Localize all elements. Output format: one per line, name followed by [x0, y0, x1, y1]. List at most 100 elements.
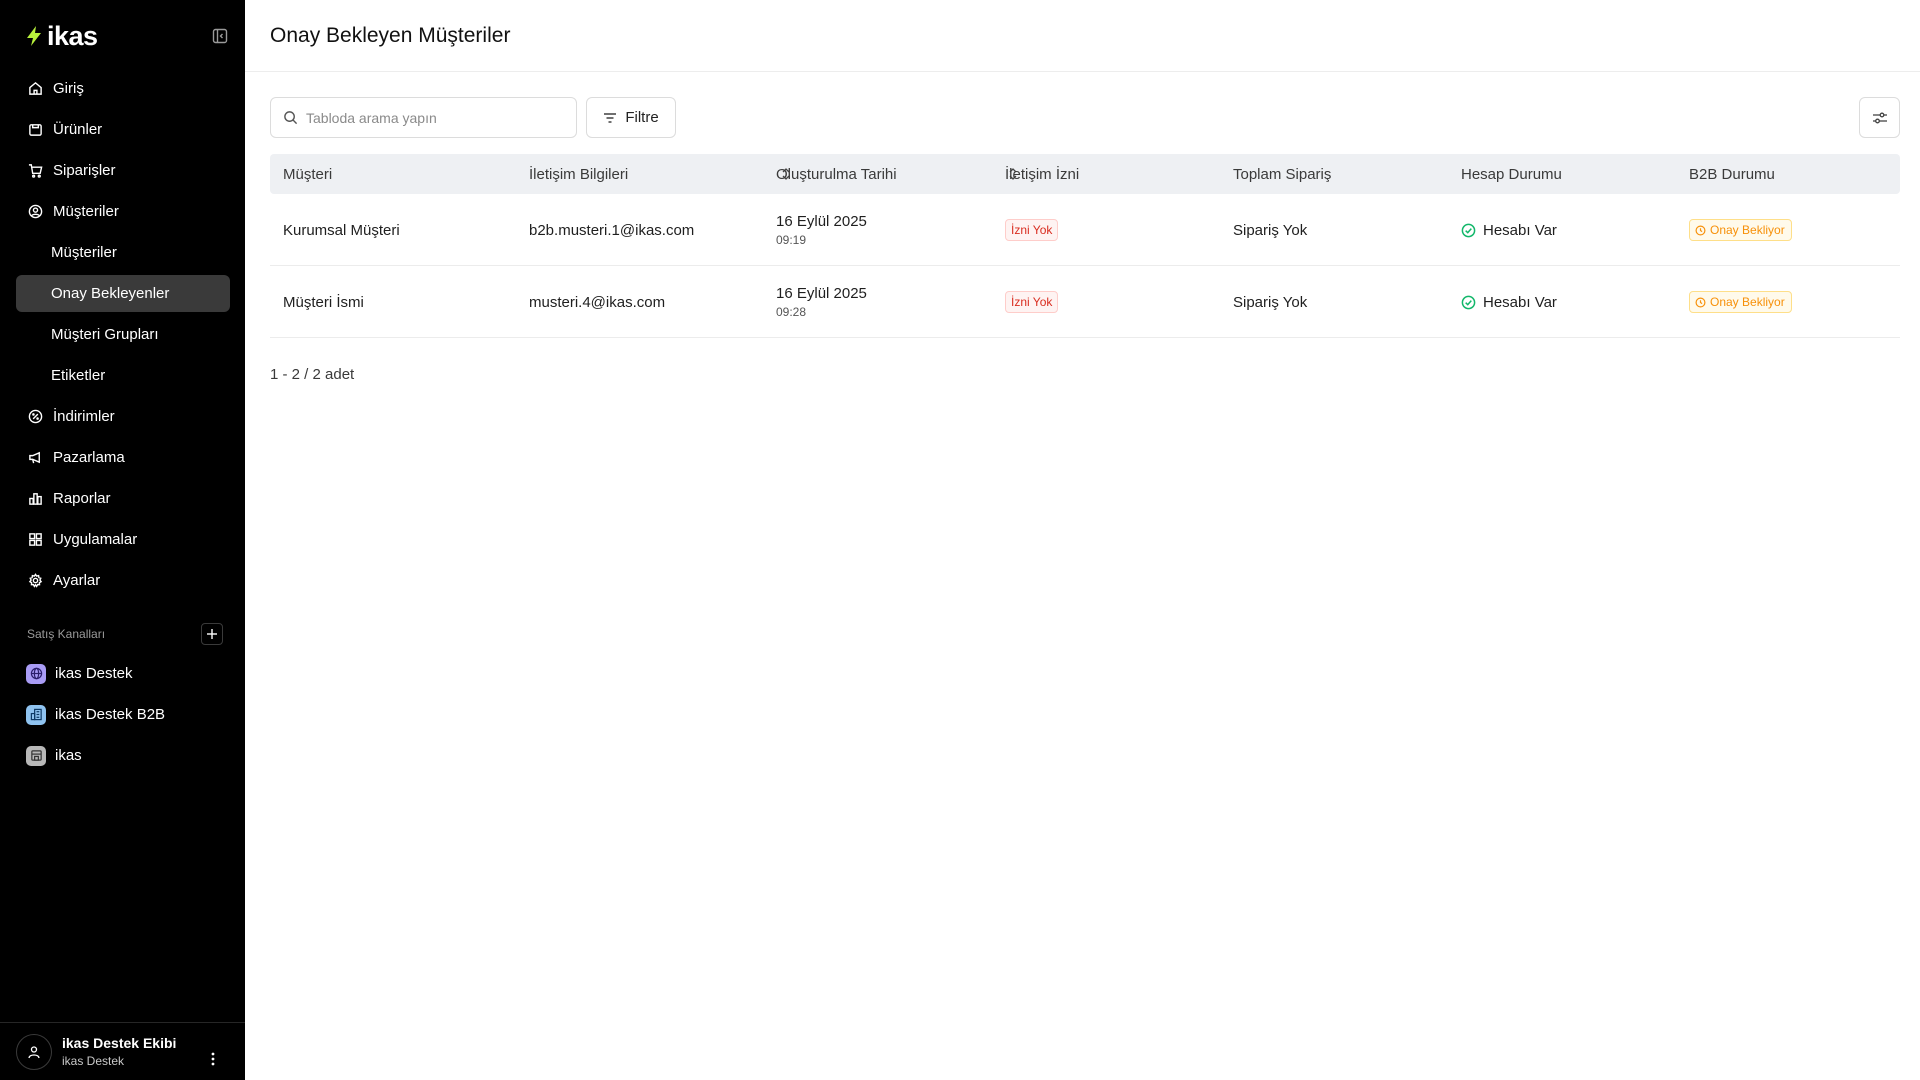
sidebar-nav: Giriş Ürünler Siparişler Müşteriler Müşt… — [16, 70, 230, 603]
total-orders: Sipariş Yok — [1233, 293, 1308, 311]
clock-icon — [1695, 225, 1706, 235]
sidebar-item-label: İndirimler — [53, 408, 115, 425]
sales-channels-list: ikas Destek ikas Destek B2B ikas — [16, 655, 230, 778]
user-footer[interactable]: ikas Destek Ekibi ikas Destek — [0, 1022, 245, 1080]
store-icon — [26, 745, 46, 766]
page-title: Onay Bekleyen Müşteriler — [270, 23, 511, 47]
search-icon — [284, 111, 298, 125]
b2b-status-label: Onay Bekliyor — [1710, 295, 1785, 309]
sidebar-item-indirimler[interactable]: İndirimler — [16, 398, 230, 435]
table-header: Müşteri İletişim Bilgileri Oluşturulma T… — [270, 154, 1900, 194]
sidebar-subitem-musteriler[interactable]: Müşteriler — [16, 234, 230, 271]
home-icon — [27, 81, 43, 97]
contact-email: musteri.4@ikas.com — [529, 293, 666, 311]
account-status-label: Hesabı Var — [1483, 221, 1557, 239]
sliders-icon — [1872, 112, 1887, 123]
check-circle-icon — [1461, 223, 1476, 237]
filter-button[interactable]: Filtre — [586, 97, 676, 138]
column-header-contact-permission[interactable]: İletişim İzni — [1005, 154, 1079, 194]
customers-table: Müşteri İletişim Bilgileri Oluşturulma T… — [270, 154, 1900, 338]
add-channel-button[interactable] — [201, 623, 223, 645]
b2b-status-cell: Onay Bekliyor — [1689, 266, 1792, 338]
account-status: Hesabı Var — [1461, 194, 1557, 266]
box-icon — [27, 122, 43, 138]
customer-name[interactable]: Kurumsal Müşteri — [283, 194, 400, 266]
page-header: Onay Bekleyen Müşteriler — [245, 0, 1920, 72]
permission-cell: İzni Yok — [1005, 266, 1059, 338]
column-header-b2b-status[interactable]: B2B Durumu — [1689, 154, 1775, 194]
table-row[interactable]: Kurumsal Müşteri b2b.musteri.1@ikas.com … — [270, 194, 1900, 266]
b2b-status-cell: Onay Bekliyor — [1689, 194, 1792, 266]
channel-item-ikas-destek[interactable]: ikas Destek — [16, 655, 230, 692]
sidebar-subitem-etiketler[interactable]: Etiketler — [16, 357, 230, 394]
sidebar-item-siparisler[interactable]: Siparişler — [16, 152, 230, 189]
permission-cell: İzni Yok — [1005, 194, 1059, 266]
sidebar-item-musteriler[interactable]: Müşteriler — [16, 193, 230, 230]
sidebar-item-label: Etiketler — [51, 367, 106, 384]
channel-item-ikas[interactable]: ikas — [16, 737, 230, 774]
filter-icon — [604, 112, 617, 123]
discount-icon — [27, 409, 43, 425]
sidebar-item-label: Onay Bekleyenler — [51, 285, 170, 302]
sidebar-item-pazarlama[interactable]: Pazarlama — [16, 439, 230, 476]
search-box[interactable] — [270, 97, 577, 138]
bolt-icon — [27, 26, 41, 46]
account-status-label: Hesabı Var — [1483, 293, 1557, 311]
column-header-customer[interactable]: Müşteri — [283, 154, 332, 194]
table-settings-button[interactable] — [1859, 97, 1900, 138]
ikas-logo[interactable]: ikas — [24, 21, 98, 52]
sidebar-item-label: Siparişler — [53, 162, 116, 179]
sidebar-subitem-onay-bekleyenler[interactable]: Onay Bekleyenler — [16, 275, 230, 312]
contact-email: b2b.musteri.1@ikas.com — [529, 221, 695, 239]
sidebar-item-giris[interactable]: Giriş — [16, 70, 230, 107]
column-header-account-status[interactable]: Hesap Durumu — [1461, 154, 1562, 194]
column-header-total-orders[interactable]: Toplam Sipariş — [1233, 154, 1331, 194]
created-date-cell: 16 Eylül 2025 09:28 — [776, 266, 867, 338]
sidebar-item-ayarlar[interactable]: Ayarlar — [16, 562, 230, 599]
sidebar-item-urunler[interactable]: Ürünler — [16, 111, 230, 148]
table-toolbar: Filtre — [270, 97, 1900, 138]
created-date: 16 Eylül 2025 — [776, 285, 867, 302]
permission-badge: İzni Yok — [1005, 219, 1059, 241]
user-icon — [28, 1045, 40, 1058]
sidebar-item-label: Raporlar — [53, 490, 111, 507]
clock-icon — [1695, 297, 1706, 307]
search-input[interactable] — [306, 109, 566, 126]
plus-icon — [207, 629, 217, 639]
user-name: ikas Destek Ekibi — [62, 1035, 177, 1051]
table-row[interactable]: Müşteri İsmi musteri.4@ikas.com 16 Eylül… — [270, 266, 1900, 338]
sales-channels-header: Satış Kanalları — [27, 620, 223, 648]
b2b-status-label: Onay Bekliyor — [1710, 223, 1785, 237]
sales-channels-title: Satış Kanalları — [27, 627, 106, 641]
permission-badge: İzni Yok — [1005, 291, 1059, 313]
filter-label: Filtre — [625, 109, 659, 126]
collapse-sidebar-button[interactable] — [210, 26, 230, 46]
sidebar-item-uygulamalar[interactable]: Uygulamalar — [16, 521, 230, 558]
user-circle-icon — [27, 204, 43, 220]
sidebar-subitem-musteri-gruplari[interactable]: Müşteri Grupları — [16, 316, 230, 353]
logo-text: ikas — [47, 20, 98, 51]
customer-name[interactable]: Müşteri İsmi — [283, 266, 364, 338]
channel-item-ikas-destek-b2b[interactable]: ikas Destek B2B — [16, 696, 230, 733]
channel-label: ikas — [55, 747, 82, 764]
gear-icon — [27, 573, 43, 589]
channel-label: ikas Destek B2B — [55, 706, 166, 723]
globe-icon — [26, 663, 46, 684]
created-date-cell: 16 Eylül 2025 09:19 — [776, 194, 867, 266]
grid-icon — [27, 532, 43, 548]
logo-row: ikas — [24, 20, 230, 52]
sidebar-item-label: Ürünler — [53, 121, 103, 138]
sidebar-item-label: Müşteriler — [53, 203, 119, 220]
avatar — [16, 1033, 52, 1070]
column-header-contact[interactable]: İletişim Bilgileri — [529, 154, 628, 194]
user-info: ikas Destek Ekibi ikas Destek — [62, 1035, 176, 1068]
user-menu-button[interactable] — [205, 1051, 221, 1067]
column-header-created-date[interactable]: Oluşturulma Tarihi — [776, 154, 897, 194]
sidebar-item-raporlar[interactable]: Raporlar — [16, 480, 230, 517]
building-icon — [26, 704, 46, 725]
sidebar-item-label: Pazarlama — [53, 449, 125, 466]
more-vertical-icon — [211, 1052, 215, 1066]
check-circle-icon — [1461, 295, 1476, 309]
created-date: 16 Eylül 2025 — [776, 213, 867, 230]
created-time: 09:19 — [776, 233, 807, 247]
